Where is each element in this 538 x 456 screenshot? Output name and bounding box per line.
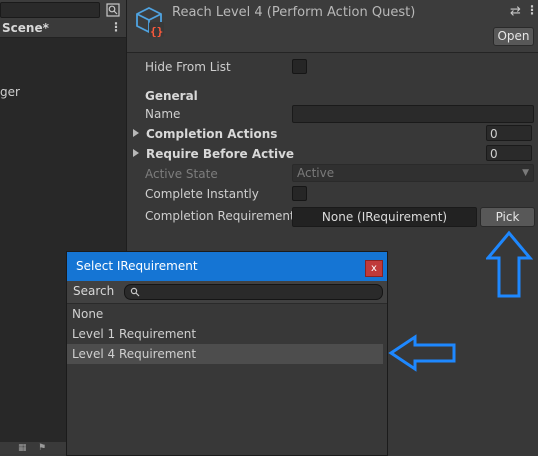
left-arrow-annotation-icon bbox=[388, 334, 456, 372]
list-item-level-1-requirement[interactable]: Level 1 Requirement bbox=[67, 324, 383, 344]
completion-actions-foldout-icon[interactable] bbox=[133, 129, 139, 137]
complete-instantly-label: Complete Instantly bbox=[145, 187, 259, 201]
window-title-bar[interactable]: Select IRequirement x bbox=[67, 252, 387, 281]
completion-requirement-label: Completion Requirement bbox=[145, 209, 295, 223]
open-button[interactable]: Open bbox=[493, 27, 534, 46]
general-section-header: General bbox=[145, 89, 198, 103]
search-filter-icon[interactable] bbox=[106, 3, 120, 17]
name-label: Name bbox=[145, 107, 181, 121]
require-before-active-foldout-icon[interactable] bbox=[133, 149, 139, 157]
pick-button[interactable]: Pick bbox=[480, 207, 535, 227]
hide-from-list-label: Hide From List bbox=[145, 60, 231, 74]
list-item-level-4-requirement[interactable]: Level 4 Requirement bbox=[67, 344, 383, 364]
search-icon bbox=[130, 287, 140, 297]
hide-from-list-checkbox[interactable] bbox=[292, 59, 307, 74]
inspector-title: Reach Level 4 (Perform Action Quest) bbox=[172, 5, 416, 20]
completion-actions-count[interactable]: 0 bbox=[486, 125, 532, 141]
hierarchy-search-input[interactable] bbox=[0, 2, 100, 18]
scene-row[interactable]: Scene* ⋮ bbox=[0, 20, 126, 38]
up-arrow-annotation-icon bbox=[486, 230, 534, 298]
search-label: Search bbox=[73, 284, 115, 298]
hierarchy-item[interactable]: ger bbox=[0, 85, 20, 99]
require-before-active-label[interactable]: Require Before Active bbox=[146, 147, 294, 161]
settings-sliders-icon[interactable]: ⇄ bbox=[510, 4, 521, 19]
search-input[interactable] bbox=[124, 284, 383, 300]
complete-instantly-checkbox[interactable] bbox=[292, 186, 307, 201]
scene-menu-icon[interactable]: ⋮ bbox=[110, 20, 122, 34]
active-state-label: Active State bbox=[145, 167, 218, 181]
chevron-down-icon: ▼ bbox=[522, 168, 529, 178]
window-title: Select IRequirement bbox=[76, 259, 198, 273]
completion-actions-label[interactable]: Completion Actions bbox=[146, 127, 277, 141]
active-state-dropdown: Active ▼ bbox=[292, 164, 534, 182]
active-state-value: Active bbox=[297, 166, 335, 180]
script-asset-icon: {} bbox=[136, 6, 164, 38]
name-input[interactable] bbox=[292, 105, 534, 123]
search-row: Search bbox=[67, 281, 387, 304]
scene-label: Scene* bbox=[2, 21, 49, 35]
header-menu-icon[interactable]: ⋮ bbox=[526, 3, 538, 17]
completion-requirement-field[interactable]: None (IRequirement) bbox=[292, 207, 477, 227]
hierarchy-toolbar bbox=[0, 0, 126, 21]
close-button[interactable]: x bbox=[365, 260, 383, 277]
toolbar-icon[interactable]: ⚑ bbox=[38, 443, 46, 453]
select-requirement-window: Select IRequirement x Search None Level … bbox=[66, 251, 388, 456]
toolbar-icon[interactable]: ▦ bbox=[18, 443, 27, 453]
list-item-none[interactable]: None bbox=[67, 304, 383, 324]
require-before-active-count[interactable]: 0 bbox=[486, 145, 532, 161]
svg-text:{}: {} bbox=[150, 25, 163, 38]
